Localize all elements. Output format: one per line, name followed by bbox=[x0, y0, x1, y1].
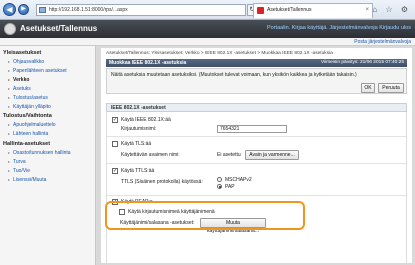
settings-logo-icon bbox=[4, 23, 16, 35]
back-icon[interactable]: ◀ bbox=[3, 3, 16, 16]
use-ieee-checkbox[interactable]: ✓ bbox=[112, 117, 118, 123]
settings-form: ✓ Käytä IEEE 802.1X:ää Kirjautumisnimi: … bbox=[106, 112, 407, 263]
sidebar-item-paper-source[interactable]: Paperilähteen asetukset bbox=[8, 68, 67, 74]
ttls-protocol-label: TTLS (Sisäinen protokolla) käytössä: bbox=[121, 179, 203, 185]
forward-icon[interactable]: ▶ bbox=[18, 4, 29, 15]
ok-button[interactable]: OK bbox=[361, 83, 375, 93]
mschapv2-label: MSCHAPv2 bbox=[225, 177, 252, 183]
sidebar-item-license[interactable]: Lisenssi/Muuta bbox=[8, 177, 46, 183]
divider bbox=[107, 195, 406, 196]
mschapv2-radio[interactable] bbox=[217, 177, 222, 182]
breadcrumb: Asetukset/Tallennus: Yleisasetukset: Ver… bbox=[106, 51, 333, 56]
toolbar-icons[interactable]: ⌂ ☆ ⚙ bbox=[372, 5, 411, 14]
browser-tab[interactable]: Asetukset/Tallennus × bbox=[253, 3, 373, 18]
app-header: Asetukset/Tallennus Portaalin. Kirjaa kä… bbox=[0, 20, 415, 38]
divider bbox=[107, 163, 406, 164]
sidebar-item-security[interactable]: Turva bbox=[8, 159, 26, 165]
private-key-status: Ei asetettu bbox=[217, 152, 241, 158]
key-certificate-button[interactable]: Avain ja varmenne... bbox=[245, 150, 299, 160]
sidebar-item-control-menu[interactable]: Ohjausvalikko bbox=[8, 59, 44, 65]
close-tab-icon[interactable]: × bbox=[365, 4, 369, 17]
notice-text: Näitä asetuksia muutetaan asetuksiksi. (… bbox=[111, 72, 357, 78]
divider bbox=[107, 136, 406, 137]
sidebar-item-import-export[interactable]: Tuo/Vie bbox=[8, 168, 30, 174]
sidebar-item-utility-list[interactable]: Apuohjelmaluettelo bbox=[8, 122, 56, 128]
sidebar-item-user-maintenance[interactable]: Käyttäjän ylläpito bbox=[8, 104, 51, 110]
sidebar-section-print: Tulostus/Vaihtonta bbox=[3, 113, 52, 119]
cancel-button[interactable]: Peruuta bbox=[378, 83, 404, 93]
page-title-bar: Muokkaa IEEE 802.1X -asetuksia Viimeisin… bbox=[106, 59, 407, 67]
use-ttls-checkbox[interactable]: ✓ bbox=[112, 168, 118, 174]
use-ttls-label: Käytä TTLS:ää bbox=[121, 168, 155, 174]
login-name-label: Kirjautumisnimi: bbox=[121, 126, 157, 132]
browser-toolbar: ◀ ▶ http://192.168.1.51:8000/rps/...aspx… bbox=[0, 0, 415, 20]
use-ieee-label: Käytä IEEE 802.1X:ää bbox=[121, 117, 171, 123]
pap-label: PAP bbox=[225, 184, 235, 190]
header-links[interactable]: Portaalin. Kirjaa käyttäjä. Järjestelmän… bbox=[267, 25, 411, 31]
sidebar-item-settings[interactable]: Asetuks bbox=[8, 86, 31, 92]
sidebar-item-department-id[interactable]: Osasto/tunnuksen hallinta bbox=[8, 150, 71, 156]
main-content: Asetukset/Tallennus: Yleisasetukset: Ver… bbox=[101, 48, 412, 263]
mail-admin-link[interactable]: Posta järjestelmänvalvoja bbox=[354, 39, 411, 45]
sidebar-section-management: Hallinta-asetukset bbox=[3, 141, 51, 147]
section-header: IEEE 802.1X -asetukset bbox=[106, 103, 407, 112]
address-bar[interactable]: http://192.168.1.51:8000/rps/...aspx bbox=[36, 4, 246, 16]
use-tls-checkbox[interactable] bbox=[112, 141, 118, 147]
page-title: Muokkaa IEEE 802.1X -asetuksia bbox=[109, 60, 187, 66]
app-title: Asetukset/Tallennus bbox=[20, 24, 98, 33]
sidebar-item-print-settings[interactable]: Tulostus/asetus bbox=[8, 95, 48, 101]
tab-label: Asetukset/Tallennus bbox=[267, 7, 312, 13]
private-key-label: Käytettävän avaimen nimi: bbox=[121, 152, 180, 158]
login-name-input[interactable]: 7654321 bbox=[217, 125, 287, 133]
pap-radio[interactable] bbox=[217, 184, 222, 189]
address-url: http://192.168.1.51:8000/rps/...aspx bbox=[49, 7, 128, 13]
canon-tab-icon bbox=[257, 7, 264, 14]
sidebar-section-general: Yleisasetukset bbox=[3, 50, 42, 56]
sidebar-item-source-management[interactable]: Lähteen hallinta bbox=[8, 131, 48, 137]
last-updated: Viimeisin päivitys: 21/06 2015 07:40:25 bbox=[320, 60, 404, 65]
sub-header: Posta järjestelmänvalvoja bbox=[0, 38, 415, 46]
page-icon bbox=[39, 7, 46, 13]
notice-box: Näitä asetuksia muutetaan asetuksiksi. (… bbox=[106, 68, 407, 94]
section-title: IEEE 802.1X -asetukset bbox=[111, 105, 166, 111]
sidebar: Yleisasetukset Ohjausvalikko Paperilähte… bbox=[0, 46, 96, 265]
sidebar-item-network[interactable]: Verkko bbox=[8, 77, 29, 83]
highlight-frame bbox=[105, 201, 305, 230]
use-tls-label: Käytä TLS:ää bbox=[121, 141, 152, 147]
